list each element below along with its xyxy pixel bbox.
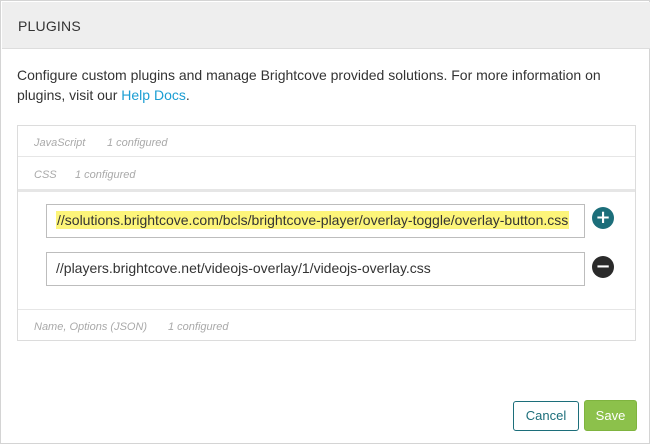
name-options-count: 1 configured — [168, 321, 229, 333]
css-url-input[interactable]: //players.brightcove.net/videojs-overlay… — [46, 252, 585, 286]
javascript-label: JavaScript — [34, 137, 86, 149]
help-docs-link[interactable]: Help Docs — [121, 87, 186, 103]
css-url-value: //players.brightcove.net/videojs-overlay… — [56, 260, 431, 276]
css-label: CSS — [34, 169, 57, 181]
css-url-value: //solutions.brightcove.com/bcls/brightco… — [56, 211, 570, 229]
css-section-row[interactable]: CSS 1 configured — [18, 158, 635, 190]
add-css-url-button[interactable]: + — [592, 207, 614, 229]
css-url-input[interactable]: //solutions.brightcove.com/bcls/brightco… — [46, 204, 585, 238]
save-button[interactable]: Save — [584, 400, 637, 431]
dialog-title: PLUGINS — [18, 18, 81, 34]
description-suffix: . — [185, 87, 190, 103]
javascript-section-row[interactable]: JavaScript 1 configured — [18, 126, 635, 157]
plugins-panel: JavaScript 1 configured CSS 1 configured… — [17, 125, 636, 341]
name-options-section-row[interactable]: Name, Options (JSON) 1 configured — [18, 309, 635, 341]
cancel-button[interactable]: Cancel — [513, 401, 579, 431]
dialog-header: PLUGINS — [2, 2, 650, 49]
remove-css-url-button[interactable]: − — [592, 256, 614, 278]
minus-circle-icon: − — [595, 256, 611, 277]
description-text: Configure custom plugins and manage Brig… — [17, 67, 601, 103]
name-options-label: Name, Options (JSON) — [34, 321, 148, 333]
plus-circle-icon: + — [595, 207, 611, 228]
plugins-dialog: PLUGINS Configure custom plugins and man… — [0, 0, 650, 444]
css-url-list: //solutions.brightcove.com/bcls/brightco… — [18, 190, 635, 309]
css-count: 1 configured — [75, 169, 136, 181]
javascript-count: 1 configured — [107, 137, 168, 149]
plugins-description: Configure custom plugins and manage Brig… — [17, 65, 637, 105]
